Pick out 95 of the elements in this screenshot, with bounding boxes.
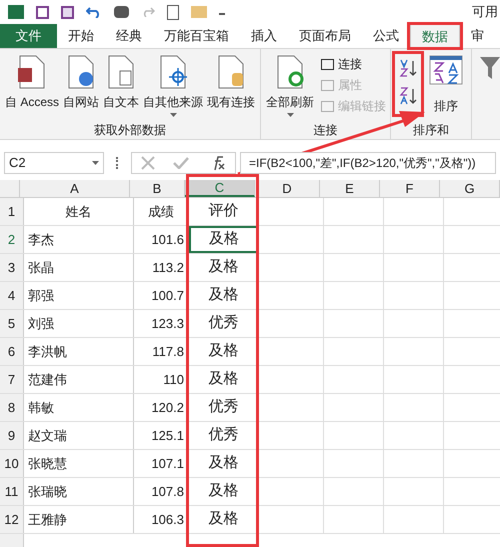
table-cell: 107.8 (134, 478, 189, 505)
row-header[interactable]: 10 (0, 450, 24, 477)
window-title: 可用 (472, 3, 498, 22)
grade-cell: 优秀 (189, 310, 259, 337)
access-file-icon (17, 55, 47, 89)
grade-cell: 及格 (189, 226, 259, 253)
grade-cell: 及格 (189, 282, 259, 309)
save-as-icon[interactable] (61, 6, 74, 18)
column-header[interactable]: F (380, 180, 440, 197)
group-label: 获取外部数据 (94, 122, 166, 139)
table-cell: 100.7 (134, 282, 189, 309)
table-cell: 117.8 (134, 338, 189, 365)
grade-cell: 及格 (189, 478, 259, 505)
undo-icon[interactable] (86, 6, 102, 18)
row-header[interactable]: 1 (0, 198, 24, 225)
table-cell: 刘强 (24, 310, 134, 337)
table-cell: 李杰 (24, 226, 134, 253)
dropdown-caret-icon (92, 161, 99, 165)
row-header[interactable]: 3 (0, 254, 24, 281)
row-header[interactable]: 8 (0, 394, 24, 421)
formula-field[interactable]: =IF(B2<100,"差",IF(B2>120,"优秀","及格")) (240, 152, 496, 174)
column-header[interactable]: E (320, 180, 380, 197)
row-header[interactable]: 11 (0, 478, 24, 505)
column-header[interactable]: D (255, 180, 320, 197)
grip-icon (116, 157, 119, 169)
grade-cell: 及格 (189, 254, 259, 281)
ribbon-tab[interactable]: 页面布局 (288, 24, 362, 48)
table-cell: 王雅静 (24, 506, 134, 533)
column-header[interactable]: C (185, 180, 255, 197)
name-box[interactable]: C2 (4, 152, 104, 174)
table-cell: 120.2 (134, 394, 189, 421)
other-file-icon (158, 55, 188, 89)
dropdown-caret-icon (170, 113, 177, 117)
ribbon-tab[interactable]: 万能百宝箱 (153, 24, 240, 48)
table-cell: 101.6 (134, 226, 189, 253)
column-header[interactable]: A (20, 180, 130, 197)
ribbon-button[interactable]: 自其他来源 (142, 55, 204, 117)
grade-cell: 评价 (189, 198, 259, 225)
grade-cell: 优秀 (189, 422, 259, 449)
save-icon[interactable] (36, 6, 49, 18)
table-cell: 郭强 (24, 282, 134, 309)
ribbon-tab[interactable]: 数据 (410, 24, 460, 48)
grade-cell: 优秀 (189, 394, 259, 421)
group-label: 连接 (314, 122, 338, 139)
text-file-icon (106, 55, 136, 89)
table-cell: 张晶 (24, 254, 134, 281)
existing-file-icon (216, 55, 246, 89)
table-cell: 范建伟 (24, 366, 134, 393)
ribbon-tab[interactable]: 审 (460, 24, 495, 48)
table-cell: 张瑞晓 (24, 478, 134, 505)
ribbon-button[interactable]: 自 Access (4, 55, 60, 111)
sort-dialog-icon (429, 55, 464, 85)
table-cell: 赵文瑞 (24, 422, 134, 449)
column-header[interactable]: G (440, 180, 500, 197)
sort-descending-icon[interactable] (399, 87, 418, 105)
table-cell: 李洪帆 (24, 338, 134, 365)
ribbon-button[interactable]: 自文本 (102, 55, 140, 111)
table-cell: 姓名 (24, 198, 134, 225)
table-cell: 110 (134, 366, 189, 393)
ribbon-tab[interactable]: 开始 (57, 24, 105, 48)
grade-cell: 及格 (189, 450, 259, 477)
refresh-file-icon (275, 55, 306, 89)
table-cell: 成绩 (134, 198, 189, 225)
row-header[interactable]: 4 (0, 282, 24, 309)
table-cell: 张晓慧 (24, 450, 134, 477)
group-label: 排序和 (413, 122, 450, 139)
table-cell: 123.3 (134, 310, 189, 337)
table-cell: 106.3 (134, 506, 189, 533)
grade-cell: 及格 (189, 366, 259, 393)
grade-cell: 及格 (189, 506, 259, 533)
sort-ascending-icon[interactable] (399, 59, 418, 77)
row-header[interactable]: 6 (0, 338, 24, 365)
funnel-icon[interactable] (480, 55, 500, 81)
dropdown-caret-icon (286, 113, 294, 117)
ribbon-button[interactable]: 全部刷新 (265, 55, 316, 117)
ribbon-tab[interactable]: 经典 (105, 24, 153, 48)
web-file-icon (66, 55, 96, 89)
file-tab[interactable]: 文件 (0, 24, 57, 48)
ribbon-button[interactable]: 自网站 (62, 55, 100, 111)
table-cell: 125.1 (134, 422, 189, 449)
table-cell: 107.1 (134, 450, 189, 477)
row-header[interactable]: 9 (0, 422, 24, 449)
ribbon-tab[interactable]: 插入 (240, 24, 288, 48)
ribbon-small-button[interactable]: 连接 (321, 55, 386, 73)
grade-cell: 及格 (189, 338, 259, 365)
ribbon-button[interactable]: 现有连接 (206, 55, 256, 111)
row-header[interactable]: 2 (0, 226, 24, 253)
row-header[interactable]: 12 (0, 506, 24, 533)
check-icon[interactable] (173, 157, 190, 169)
table-cell: 韩敏 (24, 394, 134, 421)
sort-button[interactable]: 排序 (425, 55, 468, 115)
ribbon-tab[interactable]: 公式 (362, 24, 410, 48)
table-cell: 113.2 (134, 254, 189, 281)
row-header[interactable]: 7 (0, 366, 24, 393)
row-header[interactable]: 5 (0, 310, 24, 337)
